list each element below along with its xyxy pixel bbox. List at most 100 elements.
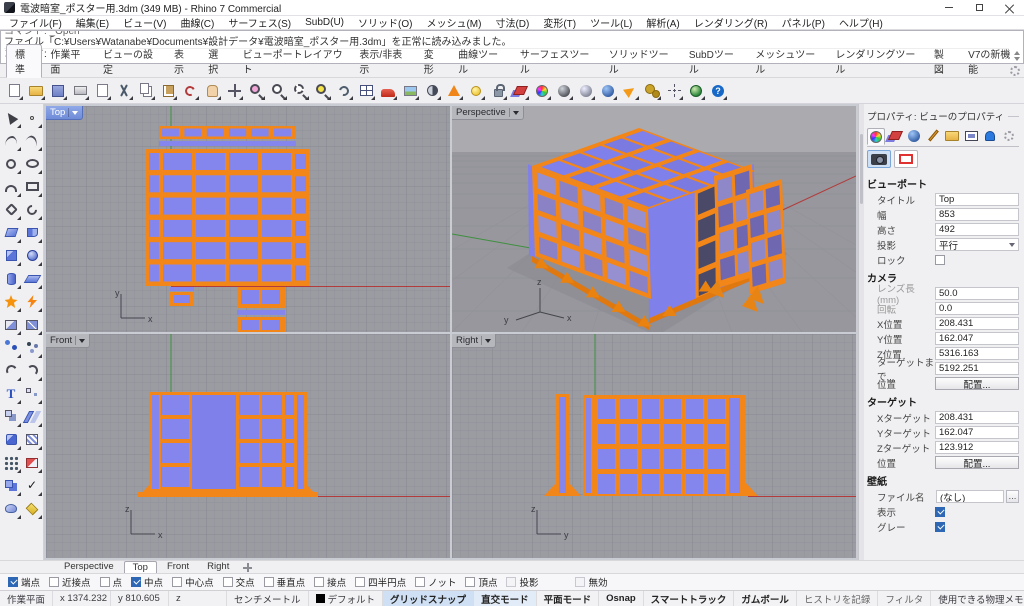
ribbon-tab[interactable]: レンダリングツール: [827, 45, 925, 77]
layers-tab-icon[interactable]: [886, 127, 904, 144]
maximize-button[interactable]: [964, 0, 994, 15]
zoom-extents-icon[interactable]: [312, 81, 332, 101]
ribbon-tab[interactable]: SubDツール: [681, 45, 747, 77]
save-icon[interactable]: [48, 81, 68, 101]
lights-icon[interactable]: [466, 81, 486, 101]
menu-item[interactable]: 寸法(D): [488, 15, 536, 30]
web-panel-tab-icon[interactable]: [962, 127, 980, 144]
menu-item[interactable]: ツール(L): [583, 15, 639, 30]
smarttrack-toggle[interactable]: スマートトラック: [644, 591, 735, 606]
history-toggle[interactable]: ヒストリを記録: [797, 591, 879, 606]
rotation-input[interactable]: 0.0: [935, 302, 1019, 315]
target-place-button[interactable]: 配置...: [935, 456, 1019, 470]
ribbon-tab[interactable]: ビューの設定: [95, 45, 166, 77]
viewport-menu-arrow-icon[interactable]: [72, 110, 79, 115]
viewport-title-input[interactable]: Top: [935, 193, 1019, 206]
shaded-display-icon[interactable]: [576, 81, 596, 101]
zoom-selected-icon[interactable]: [290, 81, 310, 101]
render-icon[interactable]: [378, 81, 398, 101]
osnap-item[interactable]: 中点: [131, 575, 163, 589]
cplane-icon[interactable]: [22, 497, 43, 520]
osnap-checkbox[interactable]: [172, 577, 183, 587]
export-icon[interactable]: [92, 81, 112, 101]
lock-icon[interactable]: [488, 81, 508, 101]
menu-item[interactable]: 曲線(C): [173, 15, 221, 30]
ribbon-tab[interactable]: 曲線ツール: [450, 45, 512, 77]
osnap-checkbox[interactable]: [263, 577, 274, 587]
wireframe-display-icon[interactable]: [554, 81, 574, 101]
osnap-item[interactable]: 中心点: [172, 575, 214, 589]
viewport-label-right[interactable]: Right: [452, 334, 497, 348]
browse-button[interactable]: ...: [1006, 490, 1019, 503]
text-icon[interactable]: T: [1, 382, 22, 405]
ribbon-tab[interactable]: 変形: [416, 45, 450, 77]
panel-scrollbar[interactable]: [859, 104, 864, 560]
viewport-label-perspective[interactable]: Perspective: [452, 106, 524, 120]
viewport-width-input[interactable]: 853: [935, 208, 1019, 221]
target-x-input[interactable]: 208.431: [935, 411, 1019, 424]
menu-item[interactable]: SubD(U): [298, 17, 351, 28]
mirror-icon[interactable]: [22, 405, 43, 428]
hatch-icon[interactable]: [22, 428, 43, 451]
cylinder-icon[interactable]: [1, 267, 22, 290]
viewport-label-front[interactable]: Front: [46, 334, 91, 348]
viewport-rect-button[interactable]: [894, 150, 918, 168]
gumball-toggle[interactable]: ガムボール: [734, 591, 797, 606]
viewport-tab-top[interactable]: Top: [123, 561, 157, 573]
trim-icon[interactable]: [1, 313, 22, 336]
circle-icon[interactable]: [1, 152, 22, 175]
osnap-checkbox[interactable]: [49, 577, 60, 587]
group-icon[interactable]: [1, 405, 22, 428]
viewport-menu-arrow-icon[interactable]: [512, 110, 519, 115]
osnap-checkbox[interactable]: [8, 577, 18, 587]
planar-toggle[interactable]: 平面モード: [537, 591, 600, 606]
polygon-icon[interactable]: [1, 198, 22, 221]
open-file-icon[interactable]: [26, 81, 46, 101]
undo-icon[interactable]: [180, 81, 200, 101]
z-coord-pane[interactable]: z: [169, 591, 228, 606]
sphere-icon[interactable]: [22, 244, 43, 267]
menu-item[interactable]: ファイル(F): [2, 15, 69, 30]
properties-tab-icon[interactable]: [867, 128, 885, 145]
viewport-top[interactable]: y x Top: [46, 106, 450, 332]
viewport-perspective[interactable]: z y x Perspective: [452, 106, 856, 332]
ribbon-tab[interactable]: ビューポートレイアウト: [235, 45, 352, 77]
filter-pane[interactable]: フィルタ: [878, 591, 932, 606]
menu-item[interactable]: ヘルプ(H): [832, 15, 890, 30]
viewport-layout-icon[interactable]: [356, 81, 376, 101]
pan-view-icon[interactable]: [202, 81, 222, 101]
viewport-menu-arrow-icon[interactable]: [485, 338, 492, 343]
osnap-item[interactable]: 頂点: [465, 575, 497, 589]
minimize-button[interactable]: [934, 0, 964, 15]
viewport-right[interactable]: z y Right: [452, 334, 856, 558]
viewport-menu-arrow-icon[interactable]: [79, 338, 86, 343]
y-coord-pane[interactable]: y 810.605: [111, 591, 170, 606]
undo-view-change-icon[interactable]: [334, 81, 354, 101]
boolean-icon[interactable]: [1, 474, 22, 497]
layer-pane[interactable]: デフォルト: [309, 591, 384, 606]
object-properties-icon[interactable]: [532, 81, 552, 101]
arc-icon[interactable]: [1, 175, 22, 198]
ribbon-tab[interactable]: 製図: [926, 45, 960, 77]
camera-y-input[interactable]: 162.047: [935, 332, 1019, 345]
osnap-item[interactable]: ノット: [415, 575, 456, 589]
osnap-checkbox[interactable]: [131, 577, 142, 587]
array-icon[interactable]: [1, 451, 22, 474]
rectangle-icon[interactable]: [22, 175, 43, 198]
settings-gear-icon[interactable]: [1010, 66, 1020, 76]
scale-icon[interactable]: [22, 451, 43, 474]
wallpaper-show-checkbox[interactable]: [935, 506, 945, 517]
viewport-tab-right[interactable]: Right: [199, 561, 237, 573]
menu-item[interactable]: メッシュ(M): [419, 15, 488, 30]
osnap-checkbox[interactable]: [355, 577, 366, 587]
new-file-icon[interactable]: [4, 81, 24, 101]
move-view-icon[interactable]: [224, 81, 244, 101]
fillet-surface-icon[interactable]: [22, 290, 43, 313]
zoom-dynamic-icon[interactable]: [246, 81, 266, 101]
ortho-toggle[interactable]: 直交モード: [474, 591, 537, 606]
osnap-toggle[interactable]: Osnap: [599, 591, 644, 606]
point-icon[interactable]: [22, 106, 43, 129]
ribbon-tab[interactable]: 標準: [6, 44, 43, 78]
ribbon-tab[interactable]: サーフェスツール: [512, 45, 601, 77]
material-tab-icon[interactable]: [905, 127, 923, 144]
